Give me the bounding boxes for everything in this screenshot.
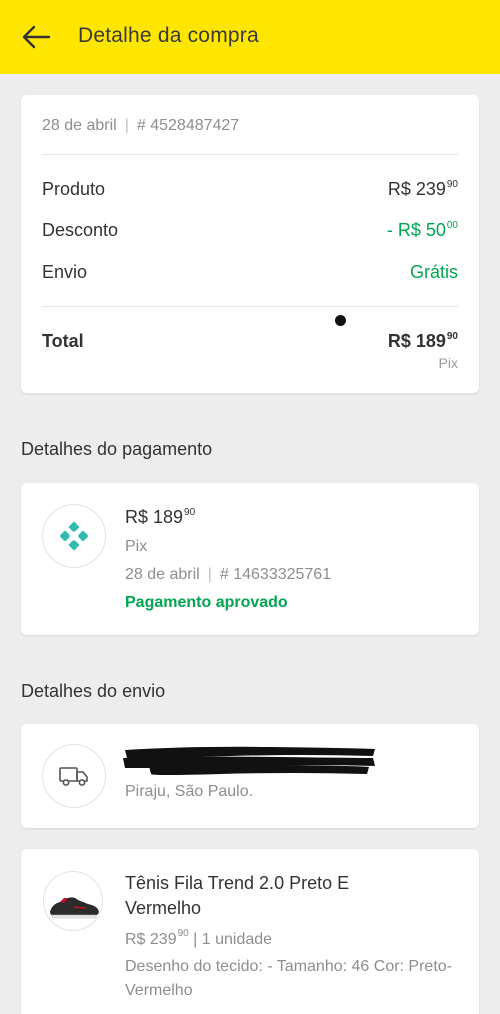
payment-status: Pagamento aprovado: [125, 594, 288, 611]
row-label: Envio: [42, 261, 88, 282]
product-price-row: Produto R$ 23990: [42, 176, 458, 202]
payment-meta: 28 de abril | # 14633325761: [125, 566, 332, 583]
total-value: R$ 18990: [387, 330, 458, 351]
product-thumbnail: [43, 871, 103, 931]
top-bar: Detalhe da compra: [0, 0, 500, 74]
order-number: # 4528487427: [136, 117, 240, 134]
row-value: - R$ 5000: [386, 219, 458, 240]
row-label: Produto: [42, 178, 106, 199]
back-button[interactable]: [18, 22, 54, 52]
total-payment-method: Pix: [438, 355, 458, 371]
total-row: Total R$ 18990: [42, 328, 458, 354]
payment-icon-wrapper: [42, 504, 106, 568]
payment-card[interactable]: R$ 18990 Pix 28 de abril | # 14633325761 P…: [21, 483, 479, 635]
product-card[interactable]: Tênis Fila Trend 2.0 Preto E Vermelho R$…: [21, 849, 479, 1014]
sneaker-image: [50, 897, 99, 919]
shipping-city: Piraju, São Paulo.: [125, 783, 254, 800]
redacted-address: [123, 746, 375, 775]
purchase-summary-card: 28 de abril | # 4528487427 Produto R$ 2399…: [21, 95, 479, 393]
divider: [42, 306, 458, 307]
page-title: Detalhe da compra: [78, 24, 259, 47]
product-price: R$ 23990 | 1 unidade: [125, 928, 273, 948]
order-date: 28 de abril: [42, 117, 117, 134]
product-title: Tênis Fila Trend 2.0 Preto E Vermelho: [125, 873, 350, 918]
divider: [42, 154, 458, 155]
shipping-icon-wrapper: [42, 744, 106, 808]
payment-method: Pix: [125, 538, 148, 555]
pix-icon: [60, 522, 88, 550]
shipping-card[interactable]: Piraju, São Paulo.: [21, 724, 479, 828]
payment-amount: R$ 18990: [125, 507, 196, 527]
meta-separator: |: [124, 117, 129, 134]
payment-section-title: Detalhes do pagamento: [21, 439, 213, 459]
product-description: Desenho do tecido: - Tamanho: 46 Cor: Pr…: [125, 958, 452, 999]
order-meta: 28 de abril | # 4528487427: [42, 117, 239, 135]
stray-dot: [335, 315, 346, 326]
row-value: R$ 23990: [387, 178, 458, 199]
row-label: Desconto: [42, 219, 119, 240]
discount-row: Desconto - R$ 5000: [42, 217, 458, 243]
row-value: Grátis: [409, 261, 458, 282]
shipping-row: Envio Grátis: [42, 259, 458, 285]
shipping-section-title: Detalhes do envio: [21, 681, 166, 701]
arrow-left-icon: [22, 25, 51, 49]
total-label: Total: [42, 330, 84, 351]
truck-icon: [59, 767, 88, 786]
